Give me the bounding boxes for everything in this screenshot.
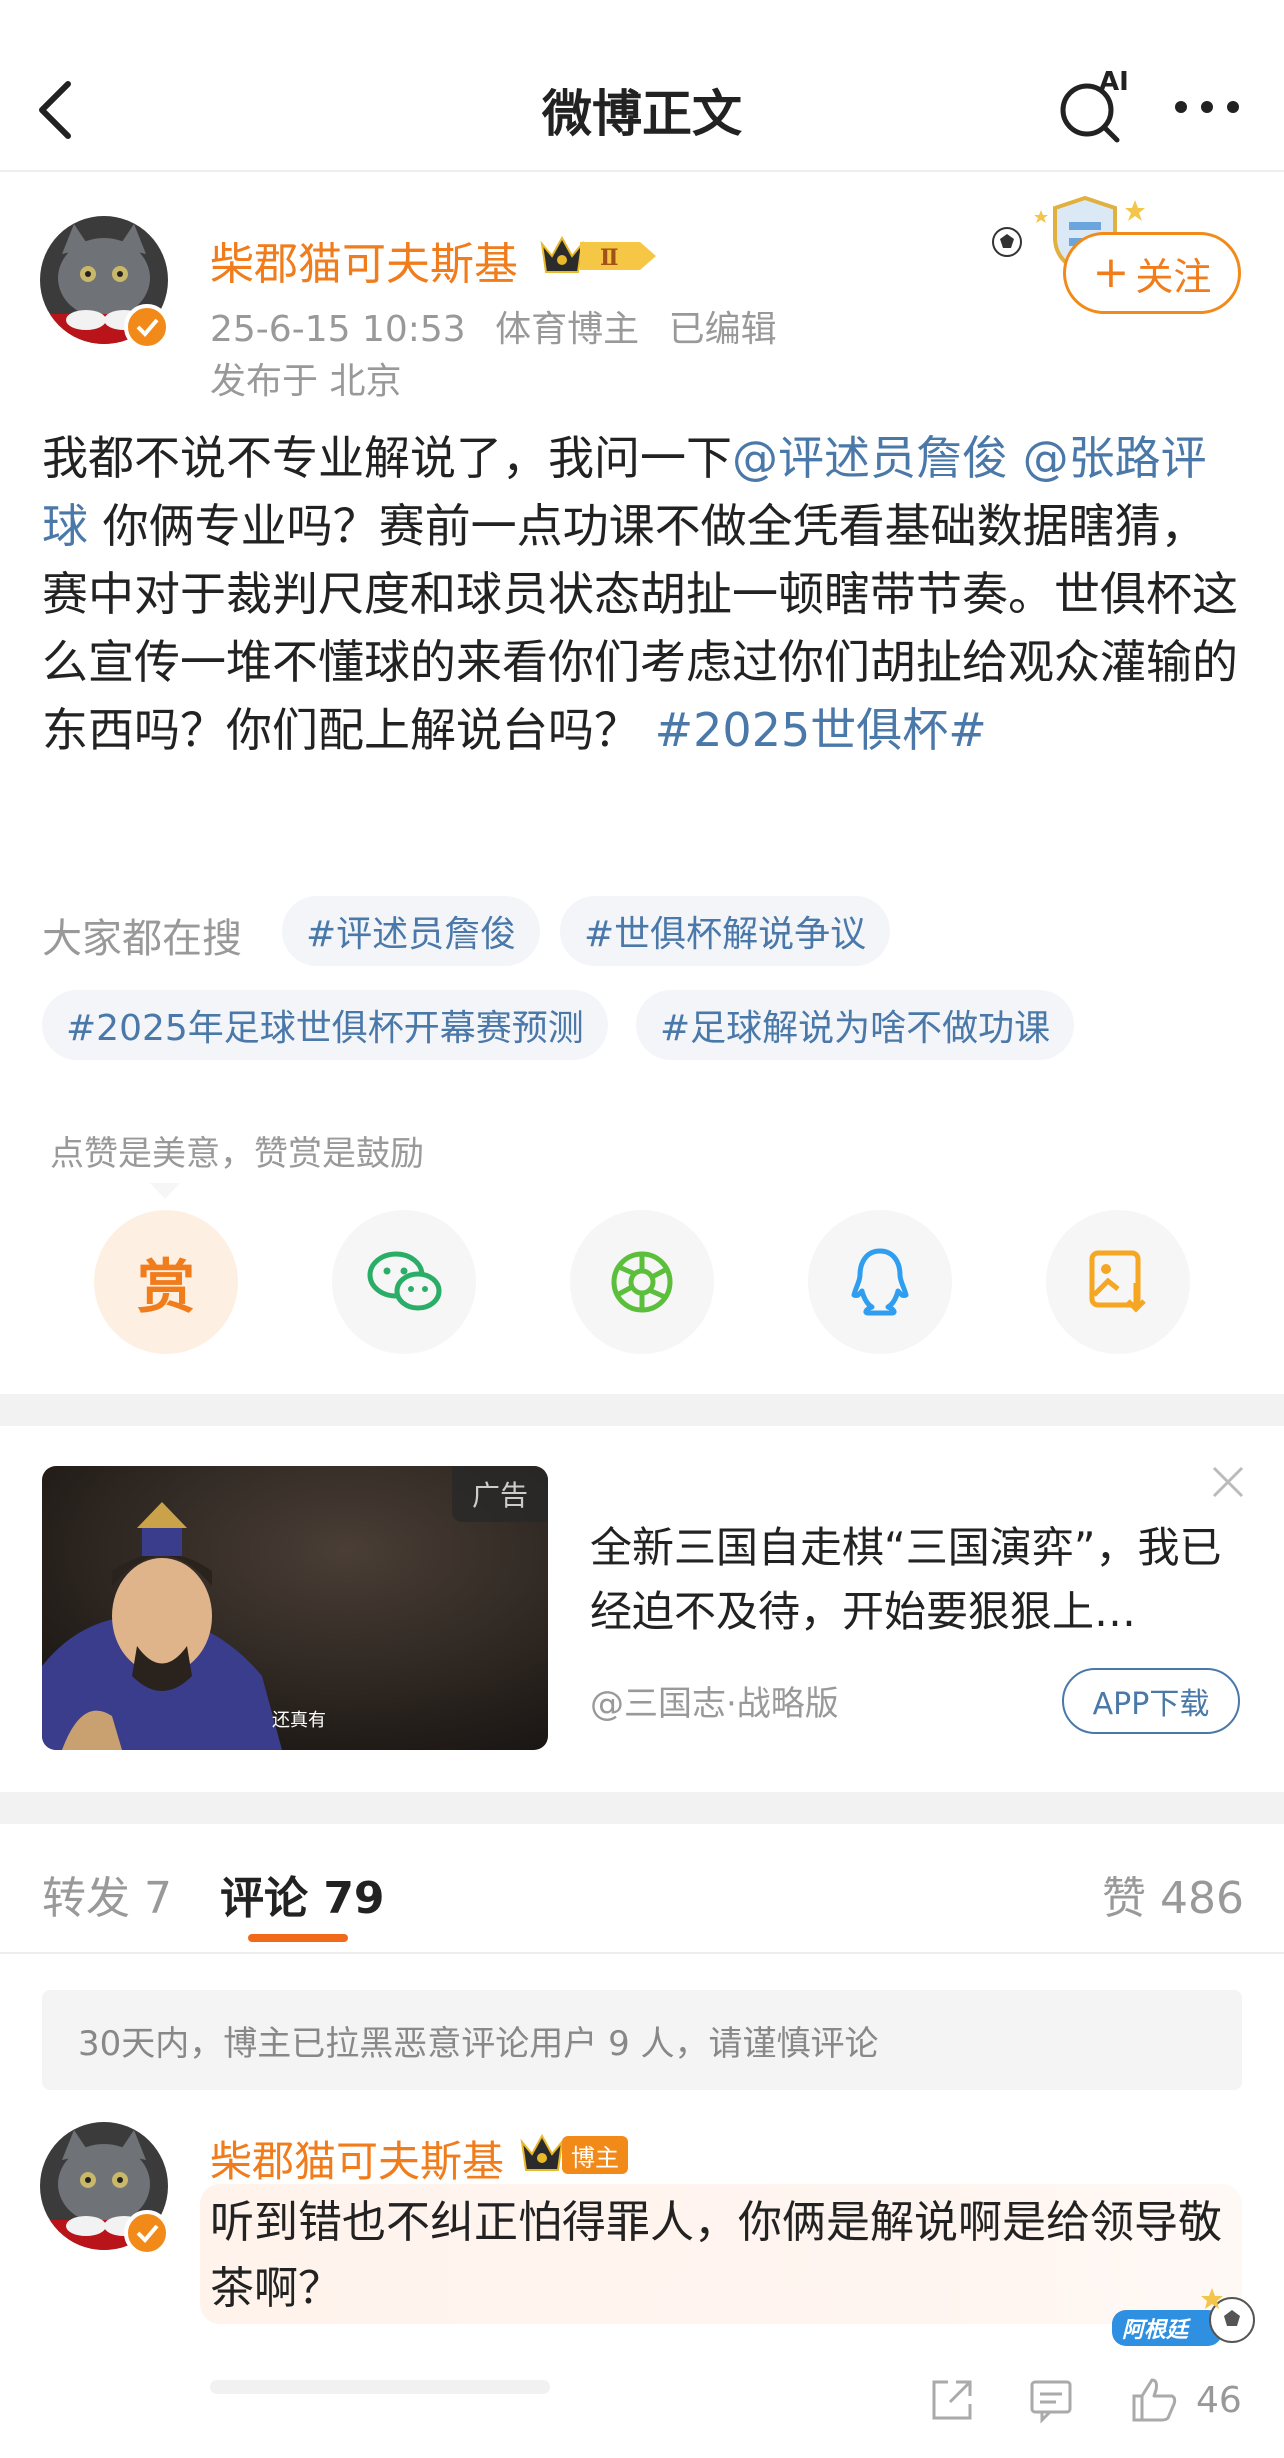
- trending-chip[interactable]: #世俱杯解说争议: [560, 896, 891, 966]
- post-meta: 25-6-15 10:53 体育博主 已编辑: [210, 300, 795, 352]
- share-qq-button[interactable]: [808, 1210, 952, 1354]
- verified-badge-icon: [124, 2210, 170, 2256]
- comment-like-count: 46: [1196, 2380, 1242, 2421]
- trending-chip[interactable]: #足球解说为啥不做功课: [636, 990, 1075, 1060]
- moments-icon: [611, 1251, 673, 1313]
- vip-crown-badge-icon: Ⅱ: [540, 235, 656, 273]
- verified-badge-icon: [124, 304, 170, 350]
- ad-title[interactable]: 全新三国自走棋“三国演弈”，我已经迫不及待，开始要狠狠上…: [590, 1516, 1240, 1644]
- sticker-label: 阿根廷: [1122, 2318, 1191, 2343]
- mention-link[interactable]: @评述员詹俊: [732, 431, 1008, 485]
- follow-button[interactable]: + 关注: [1063, 232, 1241, 314]
- reward-caption: 点赞是美意，赞赏是鼓励: [50, 1134, 424, 1174]
- trending-chip[interactable]: #评述员詹俊: [282, 896, 541, 966]
- wechat-icon: [367, 1251, 442, 1311]
- vip-level: Ⅱ: [600, 245, 619, 271]
- tab-repost[interactable]: 转发 7: [42, 1862, 172, 1926]
- like-icon[interactable]: [1128, 2374, 1182, 2424]
- share-moments-button[interactable]: [570, 1210, 714, 1354]
- share-wechat-button[interactable]: [332, 1210, 476, 1354]
- share-icon[interactable]: [926, 2374, 976, 2424]
- ad-source[interactable]: @三国志·战略版: [590, 1676, 839, 1725]
- commenter-name[interactable]: 柴郡猫可夫斯基: [210, 2128, 504, 2189]
- author-role: 体育博主: [495, 309, 640, 350]
- comment-text[interactable]: 听到错也不纠正怕得罪人，你俩是解说啊是给领导敬茶啊？: [210, 2190, 1240, 2322]
- follow-label: 关注: [1135, 254, 1212, 299]
- tab-divider: [0, 1952, 1284, 1954]
- section-divider: [0, 1394, 1284, 1426]
- argentina-sticker-icon: 阿根廷: [1112, 2288, 1255, 2346]
- plus-icon: +: [1092, 247, 1130, 298]
- top-bar: 微博正文 AI: [0, 0, 1284, 172]
- tooltip-caret-icon: [150, 1183, 180, 1199]
- close-icon[interactable]: [1208, 1462, 1248, 1502]
- ai-search-icon[interactable]: AI: [1055, 66, 1135, 146]
- tab-likes[interactable]: 赞 486: [1102, 1862, 1244, 1926]
- active-tab-indicator: [248, 1934, 348, 1942]
- tab-comments[interactable]: 评论 79: [220, 1862, 385, 1926]
- section-divider: [0, 1792, 1284, 1824]
- comment-meta-placeholder: [210, 2380, 550, 2394]
- qq-icon: [851, 1248, 909, 1316]
- trending-chip[interactable]: #2025年足球世俱杯开幕赛预测: [42, 990, 608, 1060]
- vip-crown-icon: [520, 2133, 564, 2171]
- post-content: 我都不说不专业解说了，我问一下@评述员詹俊 @张路评球 你俩专业吗？赛前一点功课…: [42, 424, 1247, 764]
- save-image-button[interactable]: [1046, 1210, 1190, 1354]
- ad-image[interactable]: 广告 还真有: [42, 1466, 548, 1750]
- hashtag-link[interactable]: #2025世俱杯#: [655, 703, 987, 757]
- post-date: 25-6-15 10:53: [210, 309, 466, 350]
- post-text-part: 我都不说不专业解说了，我问一下: [42, 431, 732, 485]
- post-text-part: 你俩专业吗？赛前一点功课不做全凭看基础数据瞎猜，赛中对于裁判尺度和球员状态胡扯一…: [42, 499, 1238, 757]
- blogger-tag: 博主: [562, 2136, 628, 2174]
- save-image-icon: [1089, 1250, 1146, 1313]
- reward-label: 赏: [136, 1253, 195, 1321]
- trending-label: 大家都在搜: [42, 916, 242, 962]
- more-options-icon[interactable]: [1172, 92, 1242, 122]
- app-download-button[interactable]: APP下载: [1062, 1668, 1240, 1734]
- comment-icon[interactable]: [1026, 2374, 1076, 2424]
- ad-image-caption: 还真有: [272, 1710, 326, 1731]
- ai-badge: AI: [1099, 67, 1129, 97]
- comment-notice: 30天内，博主已拉黑恶意评论用户 9 人，请谨慎评论: [42, 1990, 1242, 2090]
- post-location: 发布于 北京: [210, 361, 402, 402]
- author-name[interactable]: 柴郡猫可夫斯基: [210, 228, 518, 292]
- reward-button[interactable]: 赏: [94, 1210, 238, 1354]
- ad-tag: 广告: [452, 1466, 548, 1522]
- edited-label[interactable]: 已编辑: [669, 309, 777, 350]
